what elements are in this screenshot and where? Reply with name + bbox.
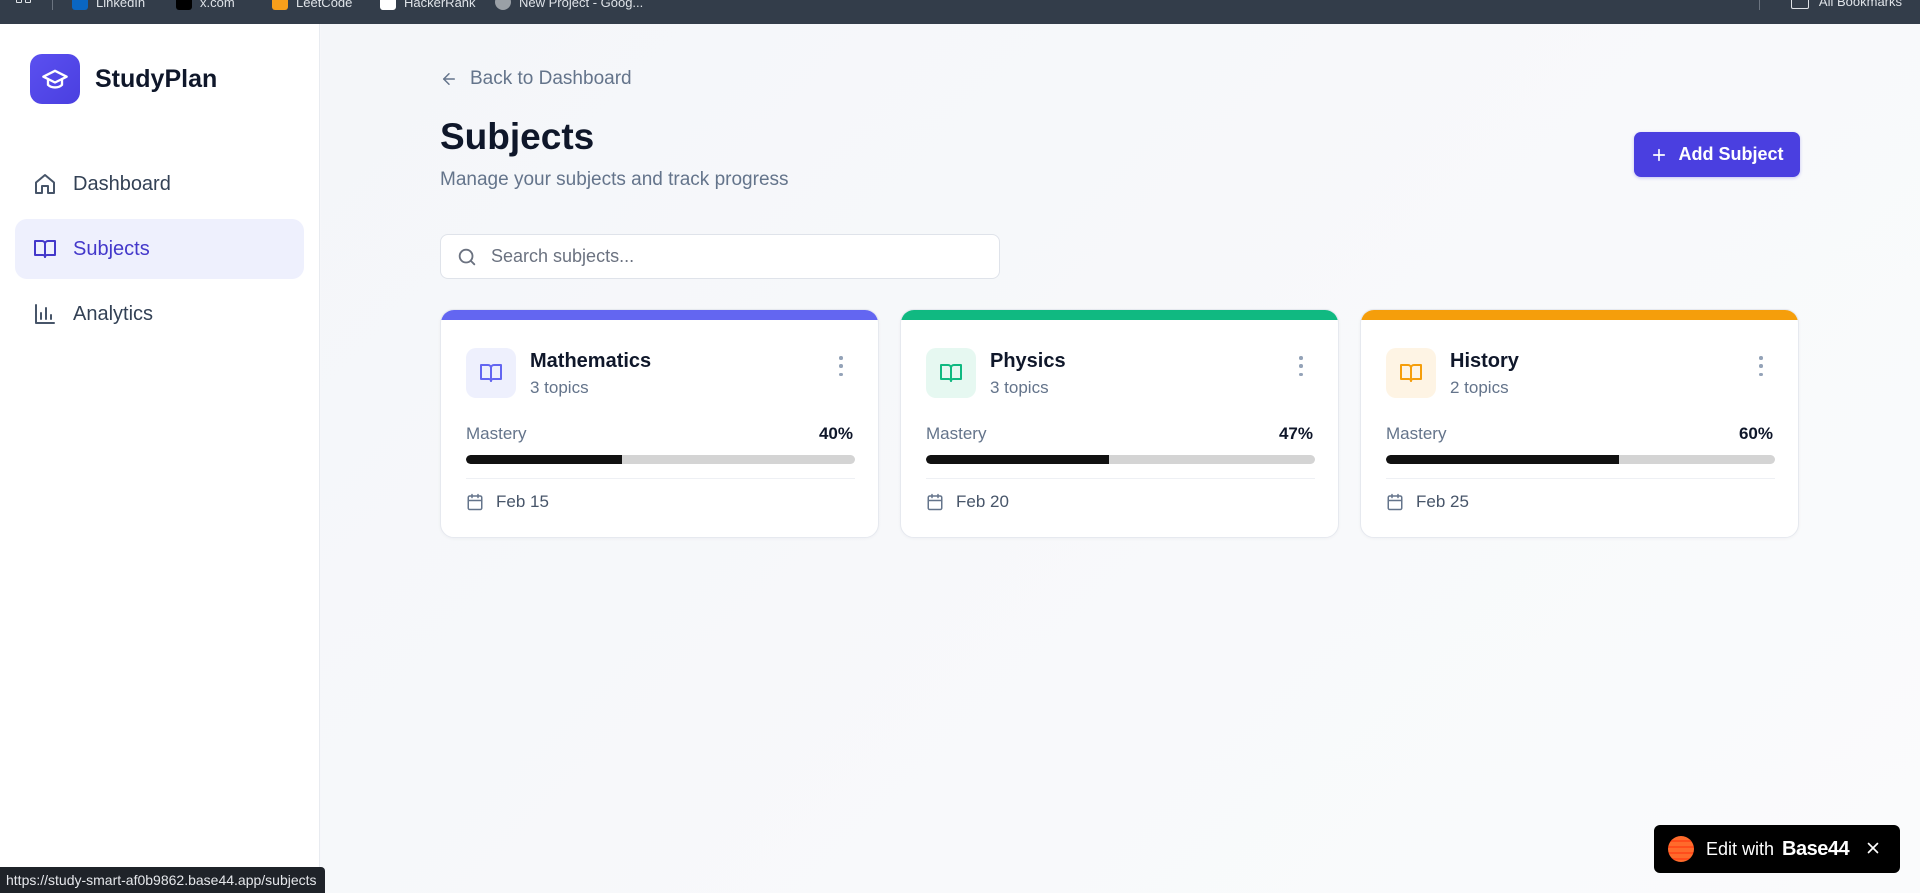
search-box [440,234,1000,279]
sidebar-nav: Dashboard Subjects Analytics [15,154,304,349]
bookmark-google[interactable]: New Project - Goog... [495,0,643,10]
add-subject-button[interactable]: Add Subject [1634,132,1800,177]
folder-icon [1790,0,1809,9]
mastery-label: Mastery [466,424,527,443]
bar-chart-icon [35,304,55,324]
sidebar-item-label: Subjects [73,237,150,260]
bookmark-linkedin[interactable]: LinkedIn [72,0,145,10]
subject-name: History [1450,350,1519,372]
card-accent-bar [1361,310,1798,320]
bookmarks-separator [52,0,53,10]
brand-name: StudyPlan [95,64,218,93]
bookmarks-separator [1759,0,1760,10]
progress-fill [466,455,622,464]
main-content: Back to Dashboard Subjects Manage your s… [321,24,1920,893]
graduation-cap-icon [30,54,80,104]
sidebar-item-subjects[interactable]: Subjects [15,219,304,279]
all-bookmarks-label: All Bookmarks [1818,0,1902,9]
close-icon[interactable] [1864,839,1882,857]
card-divider [466,478,855,479]
sidebar-item-label: Dashboard [73,172,171,195]
mastery-value: 60% [1738,424,1773,443]
bookmark-label: x.com [200,0,235,10]
brand[interactable]: StudyPlan [30,54,217,104]
date-label: Feb 25 [1416,492,1469,511]
more-vertical-icon[interactable] [838,356,844,376]
book-open-icon [926,348,976,398]
mastery-value: 47% [1278,424,1313,443]
back-label: Back to Dashboard [470,68,632,89]
leetcode-icon [272,0,288,10]
subject-topic-count: 3 topics [990,378,1049,397]
card-divider [1386,478,1775,479]
page-title: Subjects [440,116,595,157]
home-icon [35,174,55,194]
card-accent-bar [901,310,1338,320]
sidebar-item-label: Analytics [73,302,154,325]
x-icon [176,0,192,10]
mastery-value: 40% [818,424,853,443]
subject-date: Feb 15 [466,492,549,512]
bookmark-label: New Project - Goog... [519,0,644,10]
sidebar-item-analytics[interactable]: Analytics [15,284,304,344]
subject-topic-count: 2 topics [1450,378,1509,397]
mastery-progress-bar [926,455,1315,464]
apps-grid-icon[interactable] [16,0,32,10]
mastery-label: Mastery [1386,424,1447,443]
book-open-icon [1386,348,1436,398]
search-input[interactable] [491,246,971,267]
sidebar: StudyPlan Dashboard Subjects Analytics [0,24,320,893]
subject-cards: Mathematics 3 topics Mastery 40% Feb 15 [440,309,1799,538]
page-subtitle: Manage your subjects and track progress [440,169,789,190]
more-vertical-icon[interactable] [1758,356,1764,376]
all-bookmarks-button[interactable]: All Bookmarks [1790,0,1902,9]
calendar-icon [1387,493,1403,511]
plus-icon [1653,148,1666,161]
browser-bookmarks-bar: LinkedIn x.com LeetCode HackerRank New P… [0,0,1920,24]
bookmark-label: HackerRank [404,0,476,10]
base44-logo-icon [1668,836,1694,862]
subject-date: Feb 25 [1386,492,1469,512]
date-label: Feb 15 [496,492,549,511]
subject-date: Feb 20 [926,492,1009,512]
bookmark-label: LinkedIn [96,0,146,10]
subject-name: Mathematics [530,350,652,372]
mastery-progress-bar [466,455,855,464]
edit-with-base44-badge[interactable]: Edit with Base44 [1654,825,1900,873]
bookmark-label: LeetCode [296,0,353,10]
status-url-tooltip: https://study-smart-af0b9862.base44.app/… [0,867,325,893]
google-icon [495,0,511,10]
card-divider [926,478,1315,479]
subject-card-physics[interactable]: Physics 3 topics Mastery 47% Feb 20 [900,309,1339,538]
edit-with-label: Edit with [1706,838,1775,859]
date-label: Feb 20 [956,492,1009,511]
progress-fill [926,455,1109,464]
book-open-icon [34,240,56,258]
more-vertical-icon[interactable] [1298,356,1304,376]
subject-card-history[interactable]: History 2 topics Mastery 60% Feb 25 [1360,309,1799,538]
back-to-dashboard-link[interactable]: Back to Dashboard [440,68,632,90]
book-open-icon [466,348,516,398]
add-subject-label: Add Subject [1678,144,1784,164]
card-accent-bar [441,310,878,320]
subject-name: Physics [990,350,1066,372]
hackerrank-icon [380,0,396,10]
mastery-progress-bar [1386,455,1775,464]
calendar-icon [467,493,483,511]
arrow-left-icon [443,73,455,85]
subject-topic-count: 3 topics [530,378,589,397]
sidebar-item-dashboard[interactable]: Dashboard [15,154,304,214]
bookmark-hackerrank[interactable]: HackerRank [380,0,476,10]
progress-fill [1386,455,1620,464]
base44-brand-label: Base44 [1782,837,1850,860]
search-icon [458,248,476,265]
bookmark-leetcode[interactable]: LeetCode [272,0,352,10]
linkedin-icon [72,0,88,10]
mastery-label: Mastery [926,424,987,443]
subject-card-mathematics[interactable]: Mathematics 3 topics Mastery 40% Feb 15 [440,309,879,538]
bookmark-x[interactable]: x.com [176,0,235,10]
calendar-icon [927,493,943,511]
